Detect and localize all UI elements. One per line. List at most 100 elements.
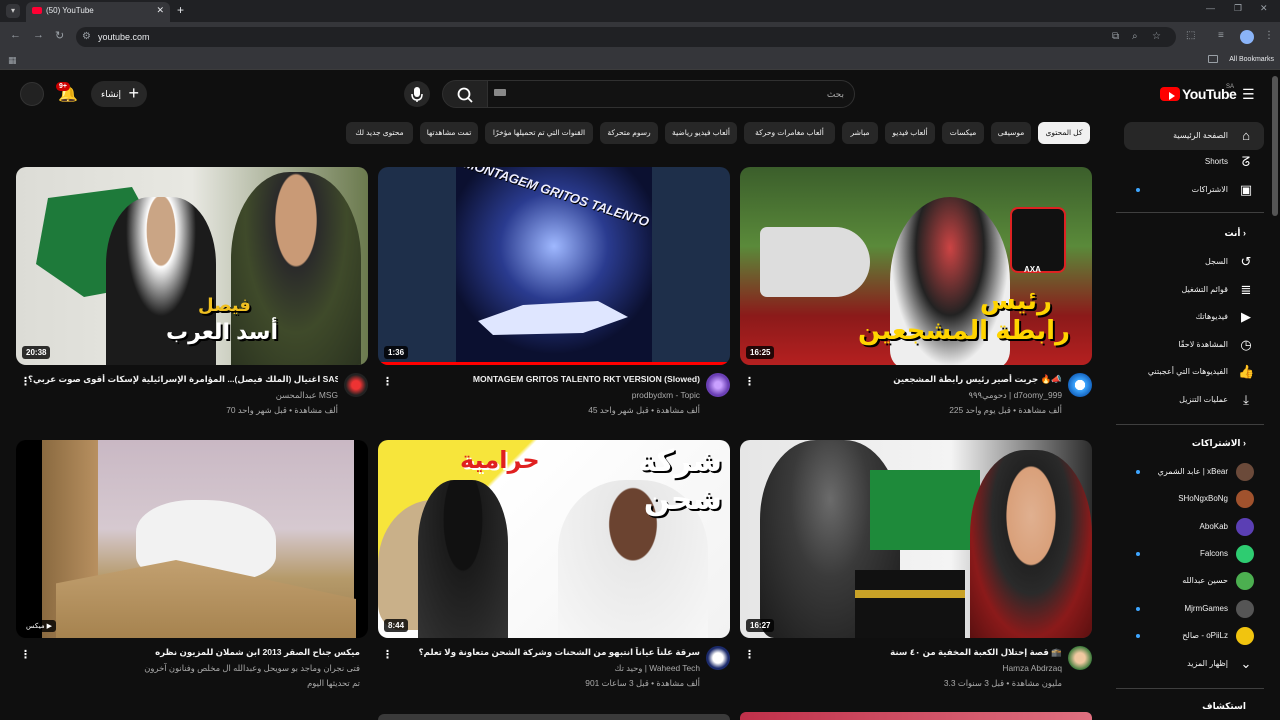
- sidebar-sub-falcons[interactable]: Falcons: [1124, 540, 1264, 568]
- channel-name[interactable]: فتى نجران وماجد بو سويحل وعبدالله ال مخل…: [144, 663, 360, 673]
- chip-all[interactable]: كل المحتوى: [1038, 122, 1090, 144]
- minimize-icon[interactable]: —: [1206, 3, 1215, 13]
- chip-new-to-you[interactable]: محتوى جديد لك: [346, 122, 413, 144]
- video-card[interactable]: MONTAGEM GRITOS TALENTO 1:36 MONTAGEM GR…: [378, 167, 730, 435]
- video-thumbnail[interactable]: فيصل أسد العرب 20:38: [16, 167, 368, 365]
- chip-sports-games[interactable]: ألعاب فيديو رياضية: [665, 122, 737, 144]
- video-card[interactable]: AXA رئيس رابطة المشجعين 16:25 جربت أصير …: [740, 167, 1092, 435]
- profile-avatar[interactable]: [1240, 30, 1254, 44]
- video-card[interactable]: شركة شحن حرامية 8:44 سرقة علناً عياناً ا…: [378, 440, 730, 708]
- page-scrollbar[interactable]: [1272, 76, 1278, 216]
- channel-avatar[interactable]: [706, 373, 730, 397]
- video-thumbnail[interactable]: شركة شحن حرامية 8:44: [378, 440, 730, 638]
- sidebar-label: السجل: [1204, 257, 1228, 266]
- chip-video-games[interactable]: ألعاب فيديو: [885, 122, 935, 144]
- apps-grid-icon[interactable]: ▦: [8, 55, 17, 66]
- reload-icon[interactable]: ↻: [55, 29, 64, 42]
- chip-action-adventure[interactable]: ألعاب مغامرات وحركة: [744, 122, 835, 144]
- chip-live[interactable]: مباشر: [842, 122, 878, 144]
- more-options-icon[interactable]: ⋮: [20, 648, 31, 661]
- guide-menu-icon[interactable]: ☰: [1242, 86, 1255, 103]
- voice-search-button[interactable]: [404, 81, 430, 107]
- video-card[interactable]: فيصل أسد العرب 20:38 اغتيال (الملك فيصل)…: [16, 167, 368, 435]
- video-thumbnail[interactable]: AXA رئيس رابطة المشجعين 16:25: [740, 167, 1092, 365]
- youtube-logo[interactable]: YouTube: [1158, 85, 1237, 105]
- chip-mixes[interactable]: ميكسات: [942, 122, 984, 144]
- subscriptions-section-header[interactable]: الاشتراكات ›: [1192, 438, 1246, 449]
- create-button[interactable]: إنشاء +: [91, 81, 147, 107]
- sidebar-item-liked-videos[interactable]: 👍 الفيديوهات التي أعجبتني: [1124, 358, 1264, 386]
- more-options-icon[interactable]: ⋮: [382, 648, 393, 661]
- tab-list-button[interactable]: ▾: [6, 4, 20, 18]
- channel-avatar: [1236, 463, 1254, 481]
- you-header-label: أنت: [1224, 228, 1241, 238]
- window-close-icon[interactable]: ✕: [1260, 3, 1268, 14]
- more-options-icon[interactable]: ⋮: [744, 648, 755, 661]
- back-icon[interactable]: ←: [10, 29, 21, 41]
- video-thumbnail[interactable]: MONTAGEM GRITOS TALENTO 1:36: [378, 167, 730, 365]
- sidebar-label: فيديوهاتك: [1195, 312, 1228, 321]
- sidebar-sub-xbear[interactable]: عابد الشمري | xBear: [1124, 458, 1264, 486]
- bookmark-star-icon[interactable]: ☆: [1152, 31, 1161, 42]
- more-options-icon[interactable]: ⋮: [744, 375, 755, 388]
- you-section-header[interactable]: أنت ›: [1225, 228, 1247, 239]
- video-title[interactable]: قصة إحتلال الكعبة المخفية من ٤٠ سنة 🕋: [752, 647, 1062, 658]
- channel-avatar[interactable]: [706, 646, 730, 670]
- video-thumbnail[interactable]: ميكس ▶: [16, 440, 368, 638]
- browser-menu-icon[interactable]: ⋮: [1264, 30, 1274, 41]
- video-title[interactable]: اغتيال (الملك فيصل)... المؤامرة الإسرائي…: [28, 374, 338, 385]
- video-card[interactable]: ميكس ▶ ميكس جناح الصقر 2013 ابن شملان لل…: [16, 440, 368, 708]
- channel-name[interactable]: دحومي٩٩٩ | d7oomy_999: [969, 390, 1062, 400]
- omnibox[interactable]: ⚙ youtube.com ⧉ ⌕ ☆: [76, 27, 1176, 47]
- chip-watched[interactable]: تمت مشاهدتها: [420, 122, 478, 144]
- video-thumbnail[interactable]: 16:27: [740, 440, 1092, 638]
- video-title[interactable]: جربت أصير رئيس رابطة المشجعين 🔥📣: [752, 374, 1062, 385]
- channel-avatar[interactable]: [1068, 646, 1092, 670]
- sidebar-item-playlists[interactable]: ≣ قوائم التشغيل: [1124, 276, 1264, 304]
- sidebar-item-your-videos[interactable]: ▶ فيديوهاتك: [1124, 303, 1264, 331]
- sidebar-sub-mjrmgames[interactable]: MjrmGames: [1124, 595, 1264, 623]
- maximize-icon[interactable]: ❐: [1234, 3, 1242, 14]
- more-options-icon[interactable]: ⋮: [382, 375, 393, 388]
- chip-music[interactable]: موسيقى: [991, 122, 1031, 144]
- video-title[interactable]: MONTAGEM GRITOS TALENTO RKT VERSION (Slo…: [390, 374, 700, 384]
- channel-name[interactable]: وحيد تك | Waheed Tech: [615, 663, 700, 673]
- sidebar-sub-abokab[interactable]: AboKab: [1124, 513, 1264, 541]
- thumbnail-overlay-text: حرامية: [460, 447, 540, 474]
- sidebar-sub-opiilz[interactable]: صالح - oPiiLz: [1124, 622, 1264, 650]
- cast-icon[interactable]: ⧉: [1112, 31, 1119, 42]
- video-card[interactable]: 16:27 قصة إحتلال الكعبة المخفية من ٤٠ سن…: [740, 440, 1092, 708]
- all-bookmarks-link[interactable]: All Bookmarks: [1229, 56, 1274, 63]
- sidebar-sub-shongxbong[interactable]: SHoNgxBoNg: [1124, 485, 1264, 513]
- sidebar-item-watch-later[interactable]: ◷ المشاهدة لاحقًا: [1124, 331, 1264, 359]
- account-avatar[interactable]: [20, 82, 44, 106]
- chip-animation[interactable]: رسوم متحركة: [600, 122, 658, 144]
- channel-name[interactable]: Hamza Abdrzaq: [1002, 663, 1062, 673]
- sidebar-item-subscriptions[interactable]: ▣ الاشتراكات: [1124, 176, 1264, 204]
- video-title[interactable]: سرقة علناً عياناً انتبهو من الشحنات وشرك…: [390, 647, 700, 658]
- forward-icon[interactable]: →: [33, 29, 44, 41]
- channel-avatar[interactable]: [1068, 373, 1092, 397]
- keyboard-icon[interactable]: [494, 89, 506, 96]
- sidebar-item-home[interactable]: ⌂ الصفحة الرئيسية: [1124, 122, 1264, 150]
- extensions-icon[interactable]: ⬚: [1186, 30, 1195, 41]
- sidebar-item-downloads[interactable]: ⤓ عمليات التنزيل: [1124, 386, 1264, 414]
- search-input[interactable]: بحث: [487, 80, 855, 108]
- site-info-icon[interactable]: ⚙: [82, 31, 91, 42]
- channel-name[interactable]: عبدالمحسن MSG: [276, 390, 338, 400]
- sidebar-sub-hussein[interactable]: حسين عبدالله: [1124, 567, 1264, 595]
- video-title[interactable]: ميكس جناح الصقر 2013 ابن شملان للمزيون ن…: [30, 647, 360, 658]
- sidebar-item-history[interactable]: ↺ السجل: [1124, 248, 1264, 276]
- reading-list-icon[interactable]: ≡: [1218, 30, 1224, 41]
- tab-close-icon[interactable]: ✕: [156, 5, 164, 16]
- more-options-icon[interactable]: ⋮: [20, 375, 31, 388]
- search-button[interactable]: [442, 80, 488, 108]
- chip-recently-uploaded[interactable]: القنوات التي تم تحميلها مؤخرًا: [485, 122, 593, 144]
- zoom-icon[interactable]: ⌕: [1132, 31, 1138, 42]
- browser-tab[interactable]: (50) YouTube ✕: [26, 2, 170, 22]
- sidebar-item-shorts[interactable]: ᘔ Shorts: [1124, 148, 1264, 176]
- sidebar-show-more[interactable]: ⌄ إظهار المزيد: [1124, 650, 1264, 678]
- channel-avatar[interactable]: [344, 373, 368, 397]
- channel-name[interactable]: prodbydxm - Topic: [632, 390, 700, 400]
- new-tab-button[interactable]: +: [177, 3, 184, 17]
